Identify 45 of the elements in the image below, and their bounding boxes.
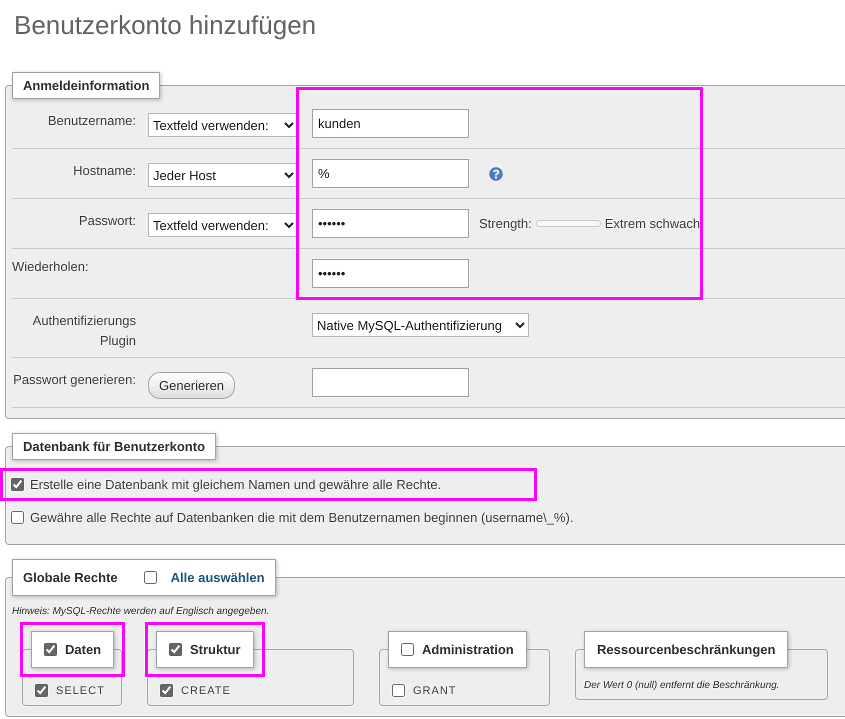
section-legend: Anmeldeinformation [12,72,160,99]
legend-title: Globale Rechte [23,570,118,585]
option-label: Erstelle eine Datenbank mit gleichem Namen und gewähre alle Rechte. [30,477,442,492]
type-select[interactable]: Textfeld verwenden: [148,213,298,237]
option-label: Gewähre alle Rechte auf Datenbanken die mit dem Benutzernamen beginnen (username\_%). [30,510,574,525]
text-input[interactable]: kunden [312,109,469,138]
group-title: Struktur [190,642,241,657]
strength-meter [536,220,601,227]
strength-label: Strength: [479,216,532,231]
text-input[interactable]: •••••• [312,209,469,238]
checkbox[interactable] [160,684,173,697]
note-text: Der Wert 0 (null) entfernt die Beschränkung. [584,680,780,691]
text-input[interactable]: % [312,159,469,188]
privilege-label: GRANT [413,684,456,696]
group-title: Daten [65,642,102,657]
privilege-label: SELECT [56,684,105,696]
field-label: Passwort generieren: [12,371,137,389]
strength-text: Extrem schwach [604,216,700,231]
text-input[interactable]: •••••• [312,259,469,288]
field-label: Authentifizierungs Plugin [32,312,137,350]
type-select[interactable]: Jeder Host [148,163,298,187]
checkbox[interactable] [44,643,57,656]
help-icon[interactable] [489,166,503,180]
field-label: Passwort: [78,212,137,230]
select-all-link[interactable]: Alle auswählen [170,570,265,585]
select-all-checkbox[interactable] [144,571,157,584]
checkbox[interactable] [11,511,24,524]
privilege-label: CREATE [181,684,231,696]
text-input[interactable] [312,368,469,397]
field-label: Hostname: [72,162,137,180]
field-label: Wiederholen: [12,258,90,274]
section-legend: Datenbank für Benutzerkonto [12,433,216,460]
checkbox[interactable] [401,643,414,656]
checkbox[interactable] [11,478,24,491]
generate-button[interactable]: Generieren [148,372,236,399]
field-label: Benutzername: [46,112,137,130]
group-title: Ressourcenbeschränkungen [597,642,776,657]
group-title: Administration [422,642,514,657]
page-title: Benutzerkonto hinzufügen [14,9,318,42]
checkbox[interactable] [35,684,48,697]
note-text: Hinweis: MySQL-Rechte werden auf Englisch angegeben. [12,606,270,617]
checkbox[interactable] [392,684,405,697]
checkbox[interactable] [169,643,182,656]
plugin-select[interactable]: Native MySQL-Authentifizierung [312,313,529,337]
type-select[interactable]: Textfeld verwenden: [148,113,298,137]
